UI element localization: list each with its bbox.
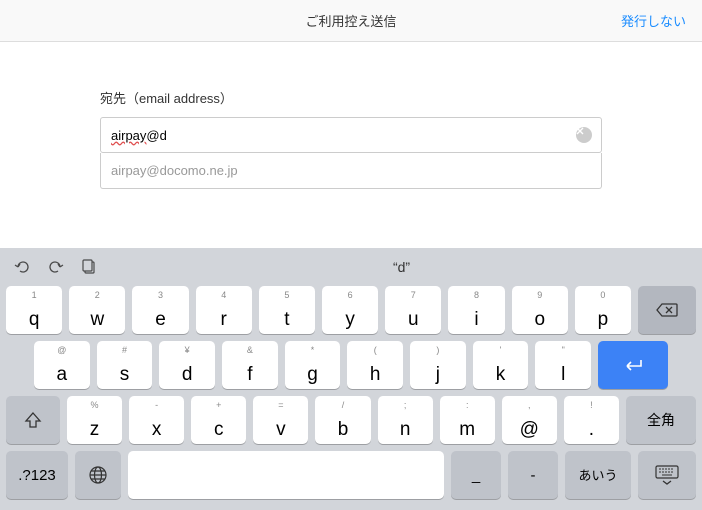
- redo-icon[interactable]: [48, 260, 64, 274]
- key-q[interactable]: 1q: [6, 286, 62, 334]
- key-d[interactable]: ¥d: [159, 341, 215, 389]
- key-hyphen[interactable]: -: [508, 451, 558, 499]
- key-underscore[interactable]: _: [451, 451, 501, 499]
- email-suggestion[interactable]: airpay@docomo.ne.jp: [100, 153, 602, 189]
- key-c[interactable]: +c: [191, 396, 246, 444]
- key-dot[interactable]: !.: [564, 396, 619, 444]
- clipboard-icon[interactable]: [82, 259, 97, 275]
- key-zenkaku[interactable]: 全角: [626, 396, 696, 444]
- keyboard-toolbar: “d”: [0, 248, 702, 286]
- keyboard: “d” 1q2w3e4r5t6y7u8i9o0p @a#s¥d&f*g(h)j'…: [0, 248, 702, 510]
- email-input-wrap: airpay@d: [100, 117, 602, 153]
- header: ご利用控え送信 発行しない: [0, 0, 702, 42]
- key-at[interactable]: ,@: [502, 396, 557, 444]
- clear-icon[interactable]: [576, 127, 592, 143]
- key-s[interactable]: #s: [97, 341, 153, 389]
- key-p[interactable]: 0p: [575, 286, 631, 334]
- key-kana[interactable]: あいう: [565, 451, 631, 499]
- key-enter[interactable]: [598, 341, 668, 389]
- form-area: 宛先（email address） airpay@d airpay@docomo…: [0, 42, 702, 189]
- key-l[interactable]: "l: [535, 341, 591, 389]
- key-m[interactable]: :m: [440, 396, 495, 444]
- key-i[interactable]: 8i: [448, 286, 504, 334]
- key-shift[interactable]: [6, 396, 60, 444]
- keyboard-suggestion[interactable]: “d”: [115, 259, 688, 275]
- email-label: 宛先（email address）: [100, 88, 602, 107]
- key-o[interactable]: 9o: [512, 286, 568, 334]
- key-u[interactable]: 7u: [385, 286, 441, 334]
- key-h[interactable]: (h: [347, 341, 403, 389]
- key-z[interactable]: %z: [67, 396, 122, 444]
- email-field[interactable]: airpay@d: [100, 117, 602, 153]
- key-numbers[interactable]: .?123: [6, 451, 68, 499]
- skip-button[interactable]: 発行しない: [621, 11, 686, 30]
- key-k[interactable]: 'k: [473, 341, 529, 389]
- key-a[interactable]: @a: [34, 341, 90, 389]
- key-y[interactable]: 6y: [322, 286, 378, 334]
- key-j[interactable]: )j: [410, 341, 466, 389]
- undo-icon[interactable]: [14, 260, 30, 274]
- key-v[interactable]: =v: [253, 396, 308, 444]
- key-g[interactable]: *g: [285, 341, 341, 389]
- key-e[interactable]: 3e: [132, 286, 188, 334]
- page-title: ご利用控え送信: [305, 11, 396, 30]
- key-backspace[interactable]: [638, 286, 696, 334]
- key-hide-keyboard[interactable]: [638, 451, 696, 499]
- key-globe[interactable]: [75, 451, 121, 499]
- key-w[interactable]: 2w: [69, 286, 125, 334]
- key-r[interactable]: 4r: [196, 286, 252, 334]
- key-space[interactable]: [128, 451, 444, 499]
- key-x[interactable]: -x: [129, 396, 184, 444]
- key-f[interactable]: &f: [222, 341, 278, 389]
- key-n[interactable]: ;n: [378, 396, 433, 444]
- key-b[interactable]: /b: [315, 396, 370, 444]
- key-t[interactable]: 5t: [259, 286, 315, 334]
